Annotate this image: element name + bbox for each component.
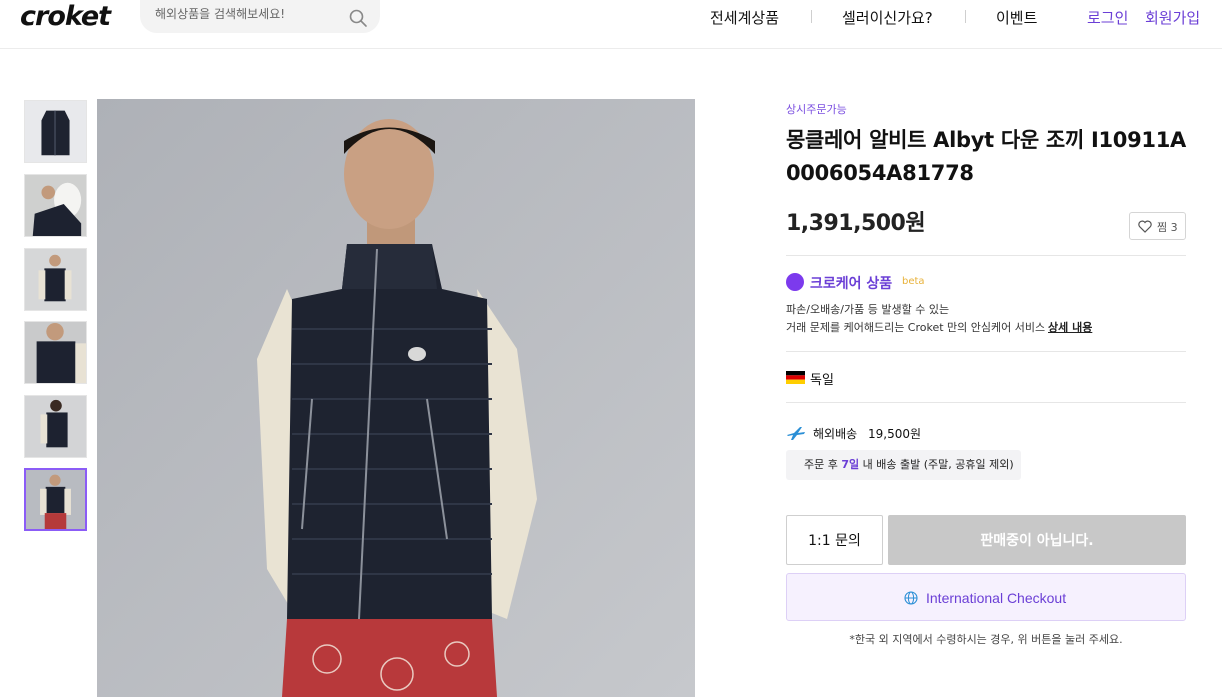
croket-logo[interactable]: croket bbox=[20, 0, 111, 34]
divider bbox=[786, 255, 1186, 256]
shipping-note-prefix: 주문 후 bbox=[804, 458, 842, 471]
product-title: 몽클레어 알비트 Albyt 다운 조끼 I10911A 0006054A817… bbox=[786, 128, 1187, 185]
germany-flag-icon bbox=[786, 371, 805, 384]
international-note: *한국 외 지역에서 수령하시는 경우, 위 버튼을 눌러 주세요. bbox=[849, 633, 1123, 646]
search-bar[interactable] bbox=[140, 0, 380, 33]
care-detail-link[interactable]: 상세 내용 bbox=[1048, 319, 1092, 335]
product-main-image bbox=[97, 99, 695, 697]
shipping-fee: 19,500원 bbox=[868, 427, 922, 441]
nav-divider bbox=[811, 10, 812, 23]
product-thumbnail-4[interactable] bbox=[24, 321, 87, 384]
signup-link[interactable]: 회원가입 bbox=[1145, 7, 1200, 28]
inquiry-button[interactable]: 1:1 문의 bbox=[786, 515, 883, 565]
care-description-line2: 거래 문제를 케어해드리는 Croket 만의 안심케어 서비스 bbox=[786, 321, 1046, 334]
nav-seller[interactable]: 셀러이신가요? bbox=[842, 7, 933, 28]
nav-global-products[interactable]: 전세계상품 bbox=[710, 7, 779, 28]
globe-icon bbox=[904, 591, 918, 605]
login-link[interactable]: 로그인 bbox=[1087, 7, 1128, 28]
shipping-days: 7일 bbox=[841, 458, 860, 471]
care-description-line1: 파손/오배송/가품 등 발생할 수 있는 bbox=[786, 303, 950, 316]
product-thumbnail-3[interactable] bbox=[24, 248, 87, 311]
nav-divider bbox=[965, 10, 966, 23]
shipping-note-suffix: 내 배송 출발 (주말, 공휴일 제외) bbox=[859, 458, 1014, 471]
wishlist-count: 찜 3 bbox=[1157, 221, 1178, 234]
divider bbox=[786, 351, 1186, 352]
international-checkout-button[interactable]: International Checkout bbox=[786, 573, 1186, 621]
product-price: 1,391,500원 bbox=[786, 211, 926, 236]
international-checkout-label: International Checkout bbox=[926, 590, 1067, 606]
order-status-tag: 상시주문가능 bbox=[786, 103, 847, 116]
product-thumbnail-5[interactable] bbox=[24, 395, 87, 458]
croket-care-icon bbox=[786, 273, 804, 291]
product-thumbnail-2[interactable] bbox=[24, 174, 87, 237]
wishlist-button[interactable]: 찜 3 bbox=[1129, 212, 1186, 240]
search-icon[interactable] bbox=[348, 8, 368, 28]
divider bbox=[786, 402, 1186, 403]
shipping-note: 주문 후 7일 내 배송 출발 (주말, 공휴일 제외) bbox=[786, 450, 1021, 480]
product-thumbnail-1[interactable] bbox=[24, 100, 87, 163]
croket-care-title: 크로케어 상품 bbox=[810, 276, 893, 292]
airplane-icon bbox=[787, 427, 805, 440]
shipping-type: 해외배송 bbox=[813, 427, 858, 441]
buy-button[interactable]: 판매중이 아닙니다. bbox=[888, 515, 1186, 565]
origin-country: 독일 bbox=[810, 373, 834, 388]
nav-event[interactable]: 이벤트 bbox=[996, 7, 1037, 28]
site-header: croket 전세계상품 셀러이신가요? 이벤트 로그인 회원가입 bbox=[0, 0, 1222, 49]
product-thumbnail-6[interactable] bbox=[24, 468, 87, 531]
search-input[interactable] bbox=[155, 7, 345, 21]
beta-badge: beta bbox=[902, 276, 925, 287]
heart-icon bbox=[1138, 220, 1152, 233]
